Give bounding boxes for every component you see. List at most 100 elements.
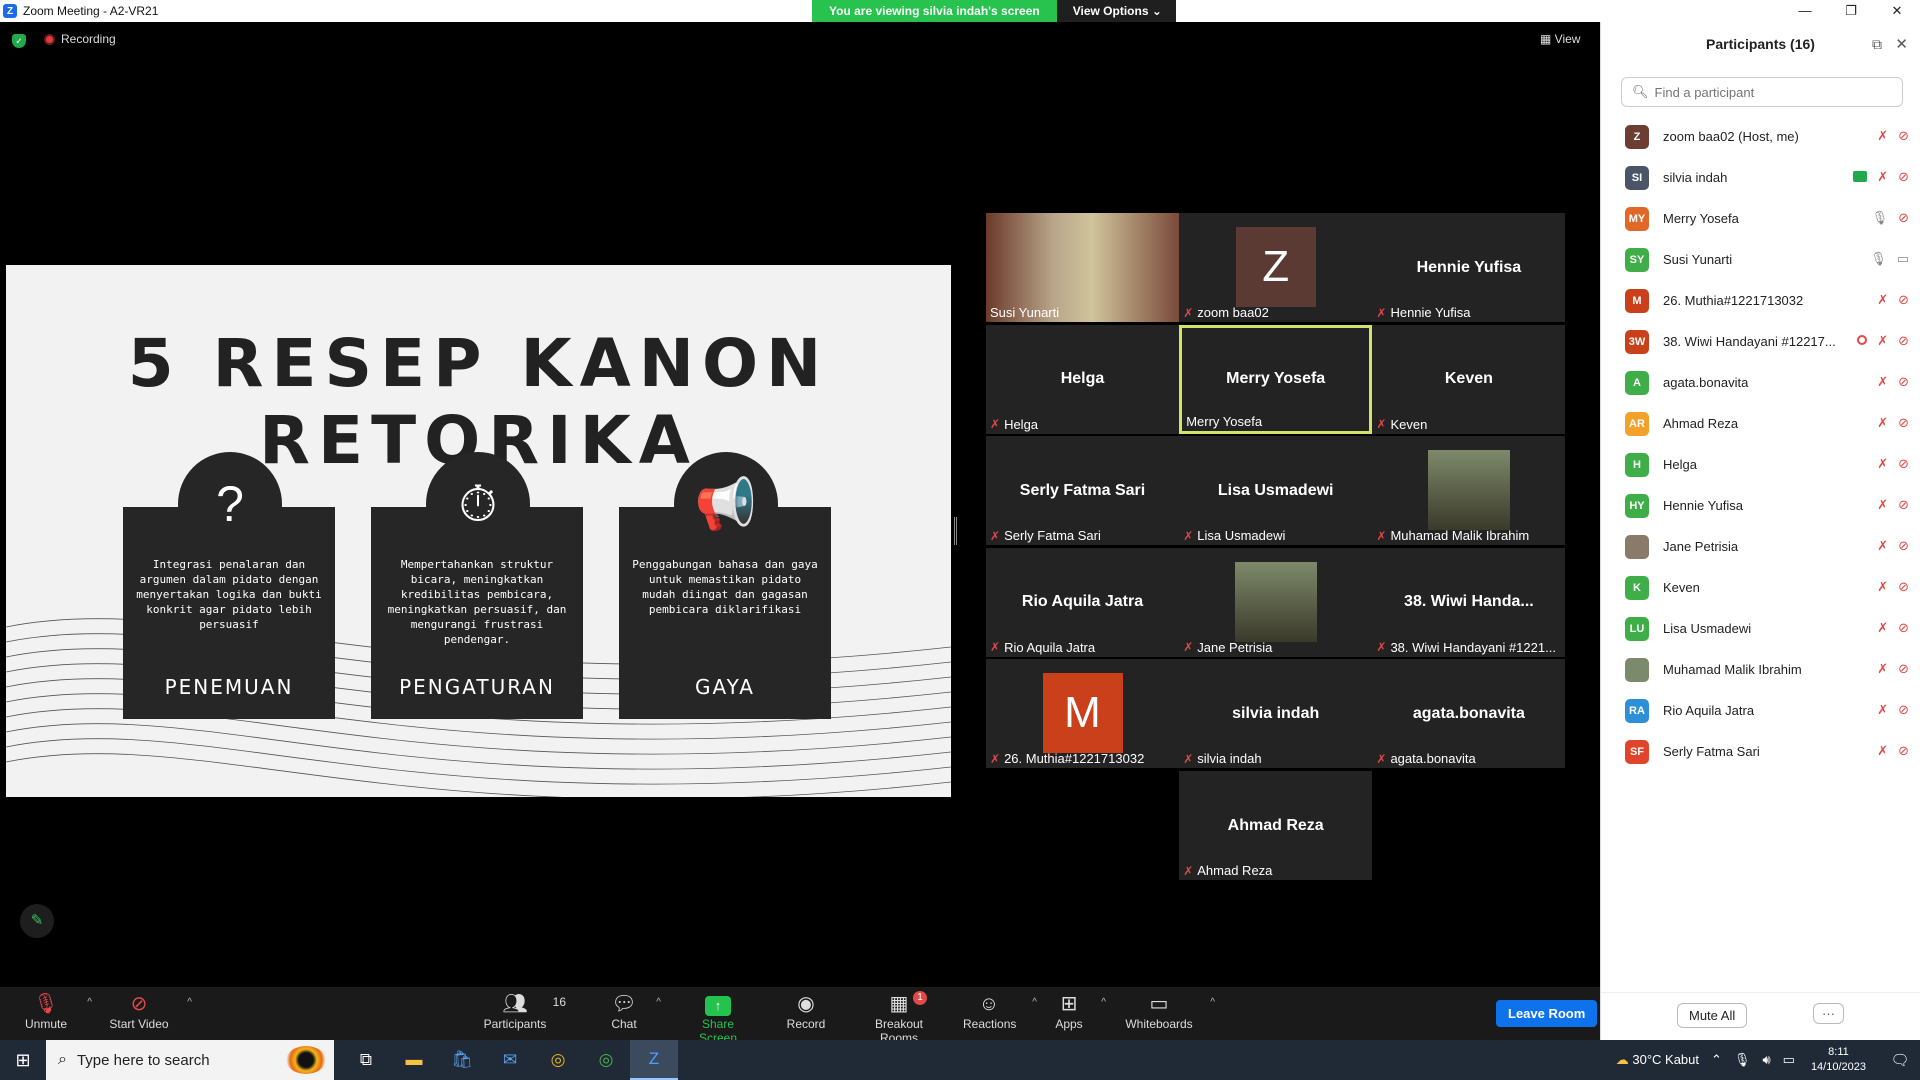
unmute-button[interactable]: 🎙︎ Unmute ^ <box>22 991 92 1031</box>
caret-up-icon[interactable]: ^ <box>1101 997 1106 1008</box>
participant-row[interactable]: SI silvia indah ✗ ⊘ <box>1601 157 1920 198</box>
video-tile[interactable]: Lisa Usmadewi ✗ Lisa Usmadewi <box>1179 436 1373 546</box>
participant-row[interactable]: Jane Petrisia ✗ ⊘ <box>1601 526 1920 567</box>
video-tile[interactable]: M ✗ 26. Muthia#1221713032 <box>986 659 1179 769</box>
mail-icon[interactable]: ✉ <box>486 1040 534 1080</box>
video-tile[interactable]: 38. Wiwi Handa... ✗ 38. Wiwi Handayani #12… <box>1372 547 1566 657</box>
view-button[interactable]: ▦ View <box>1540 32 1580 46</box>
network-icon[interactable]: ▭ <box>1783 1052 1795 1068</box>
close-window-icon[interactable]: ✕ <box>1874 0 1920 22</box>
meeting-stage: ✓ Recording ▦ View 5 RESEP KANON RETORIK… <box>0 22 1600 987</box>
store-icon[interactable]: 🛍︎ <box>438 1040 486 1080</box>
card-gaya: 📢 Penggabungan bahasa dan gaya untuk mem… <box>619 452 831 719</box>
minimize-icon[interactable]: — <box>1782 0 1828 22</box>
tile-label: ✗ Serly Fatma Sari <box>990 528 1101 543</box>
share-screen-button[interactable]: ↑ Share Screen <box>682 991 754 1045</box>
popout-icon[interactable]: ⧉ <box>1872 36 1882 53</box>
record-button[interactable]: ◉ Record <box>785 991 827 1031</box>
view-options-button[interactable]: View Options ⌄ <box>1056 0 1176 22</box>
caret-up-icon[interactable]: ^ <box>187 997 192 1008</box>
participant-row[interactable]: Muhamad Malik Ibrahim ✗ ⊘ <box>1601 649 1920 690</box>
participant-row[interactable]: Aagata.bonavita ✗ ⊘ <box>1601 362 1920 403</box>
recording-indicator[interactable]: Recording <box>44 32 116 46</box>
caret-up-icon[interactable]: ^ <box>87 997 92 1008</box>
leave-room-button[interactable]: Leave Room <box>1496 1000 1598 1027</box>
restore-icon[interactable]: ❐ <box>1828 0 1874 22</box>
participant-row[interactable]: AR Ahmad Reza ✗ ⊘ <box>1601 403 1920 444</box>
caret-up-icon[interactable]: ^ <box>1032 997 1037 1008</box>
participant-row[interactable]: SY Susi Yunarti 🎙︎ ▭ <box>1601 239 1920 280</box>
apps-button[interactable]: ⊞ Apps ^ <box>1054 991 1106 1031</box>
video-tile[interactable]: ✗ Muhamad Malik Ibrahim <box>1372 436 1566 546</box>
split-resize-handle[interactable] <box>954 517 957 545</box>
video-tile[interactable]: Merry Yosefa Merry Yosefa <box>1179 324 1373 434</box>
participant-avatar: M <box>1625 288 1649 313</box>
breakout-rooms-button[interactable]: ▦ 1 Breakout Rooms <box>855 991 943 1045</box>
participant-row[interactable]: K Keven ✗ ⊘ <box>1601 567 1920 608</box>
close-icon[interactable]: ✕ <box>1895 35 1908 53</box>
video-tile[interactable]: Hennie Yufisa ✗ Hennie Yufisa <box>1372 213 1566 322</box>
participant-row[interactable]: LU Lisa Usmadewi ✗ ⊘ <box>1601 608 1920 649</box>
participant-name: Rio Aquila Jatra <box>1663 703 1755 718</box>
screen-share-icon <box>1853 171 1868 182</box>
video-tile[interactable]: Rio Aquila Jatra ✗ Rio Aquila Jatra <box>986 547 1179 657</box>
tile-label-text: Hennie Yufisa <box>1390 305 1471 320</box>
video-tile[interactable]: Keven ✗ Keven <box>1372 324 1566 434</box>
participant-search[interactable]: 🔍︎ <box>1621 77 1903 107</box>
participant-row[interactable]: M 26. Muthia#1221713032 ✗ ⊘ <box>1601 280 1920 321</box>
video-tile[interactable]: Serly Fatma Sari ✗ Serly Fatma Sari <box>986 436 1179 546</box>
participant-status-icons: ✗ ⊘ <box>1877 374 1909 390</box>
participant-row[interactable]: MY Merry Yosefa 🎙︎ ⊘ <box>1601 198 1920 239</box>
mute-all-button[interactable]: Mute All <box>1677 1003 1748 1028</box>
card-penemuan: ? Integrasi penalaran dan argumen dalam … <box>123 452 335 719</box>
chat-button[interactable]: 💬︎ Chat ^ <box>609 991 661 1031</box>
volume-icon[interactable]: 🔊︎ <box>1762 1052 1770 1068</box>
participant-row[interactable]: HY Hennie Yufisa ✗ ⊘ <box>1601 485 1920 526</box>
viewing-banner: You are viewing silvia indah's screen Vi… <box>812 0 1176 22</box>
video-tile[interactable]: Ahmad Reza ✗ Ahmad Reza <box>1179 771 1373 880</box>
weather-widget[interactable]: ☁ 30°C Kabut <box>1616 1052 1699 1068</box>
video-off-icon: ⊘ <box>1898 497 1909 512</box>
whiteboards-button[interactable]: ▭ Whiteboards ^ <box>1125 991 1215 1031</box>
whiteboard-icon: ▭ <box>1149 993 1169 1015</box>
more-options-button[interactable]: ··· <box>1813 1003 1844 1024</box>
reactions-button[interactable]: ☺ Reactions ^ <box>963 991 1037 1031</box>
tile-label-text: silvia indah <box>1197 751 1262 767</box>
participant-search-input[interactable] <box>1654 84 1895 100</box>
chrome-profile-icon[interactable]: ◎ <box>582 1040 630 1080</box>
task-view-icon[interactable]: ⧉ <box>342 1040 390 1080</box>
video-tile[interactable]: Z ✗ zoom baa02 <box>1179 213 1373 322</box>
start-video-button[interactable]: ⊘ Start Video ^ <box>108 991 192 1031</box>
start-video-label: Start Video <box>109 1017 169 1031</box>
participant-row[interactable]: SF Serly Fatma Sari ✗ ⊘ <box>1601 731 1920 772</box>
participant-row[interactable]: Zzoom baa02 (Host, me) ✗ ⊘ <box>1601 116 1920 157</box>
video-off-icon: ⊘ <box>1898 415 1909 430</box>
video-tile[interactable]: silvia indah ✗ silvia indah <box>1179 659 1373 769</box>
annotate-pencil-icon[interactable]: ✎ <box>20 904 54 938</box>
tile-name-center: Lisa Usmadewi <box>1217 481 1334 499</box>
tile-label-text: Muhamad Malik Ibrahim <box>1390 528 1530 544</box>
video-tile[interactable]: Helga ✗ Helga <box>986 324 1179 434</box>
chrome-icon[interactable]: ◎ <box>534 1040 582 1080</box>
microphone-tray-icon[interactable]: 🎙︎ <box>1734 1052 1751 1068</box>
taskbar-search[interactable]: ⌕ Type here to search <box>46 1040 334 1080</box>
reactions-label: Reactions <box>963 1017 1017 1031</box>
caret-up-icon[interactable]: ^ <box>1210 997 1215 1008</box>
windows-start-icon[interactable]: ⊞ <box>0 1050 46 1071</box>
security-shield-icon[interactable]: ✓ <box>12 34 26 48</box>
caret-up-icon[interactable]: ^ <box>656 997 661 1008</box>
notification-icon[interactable]: 🗨︎ <box>1880 1051 1920 1069</box>
mic-on-icon: 🎙︎ <box>1871 210 1889 225</box>
chevron-up-icon[interactable]: ⌃ <box>1711 1052 1722 1068</box>
zoom-taskbar-icon[interactable]: Z <box>630 1040 678 1080</box>
clock[interactable]: 8:11 14/10/2023 <box>1811 1045 1866 1075</box>
participant-row[interactable]: RA Rio Aquila Jatra ✗ ⊘ <box>1601 690 1920 731</box>
video-tile[interactable]: Susi Yunarti <box>986 213 1179 322</box>
participant-name: Muhamad Malik Ibrahim <box>1663 662 1802 677</box>
video-tile[interactable]: ✗ Jane Petrisia <box>1179 547 1373 657</box>
participant-row[interactable]: 3W 38. Wiwi Handayani #12217... ✗ ⊘ <box>1601 321 1920 362</box>
file-explorer-icon[interactable]: ▬ <box>390 1040 438 1080</box>
video-tile[interactable]: agata.bonavita ✗ agata.bonavita <box>1372 659 1566 769</box>
participant-row[interactable]: H Helga ✗ ⊘ <box>1601 444 1920 485</box>
participants-button[interactable]: 👥︎ 16 Participants <box>482 991 566 1031</box>
